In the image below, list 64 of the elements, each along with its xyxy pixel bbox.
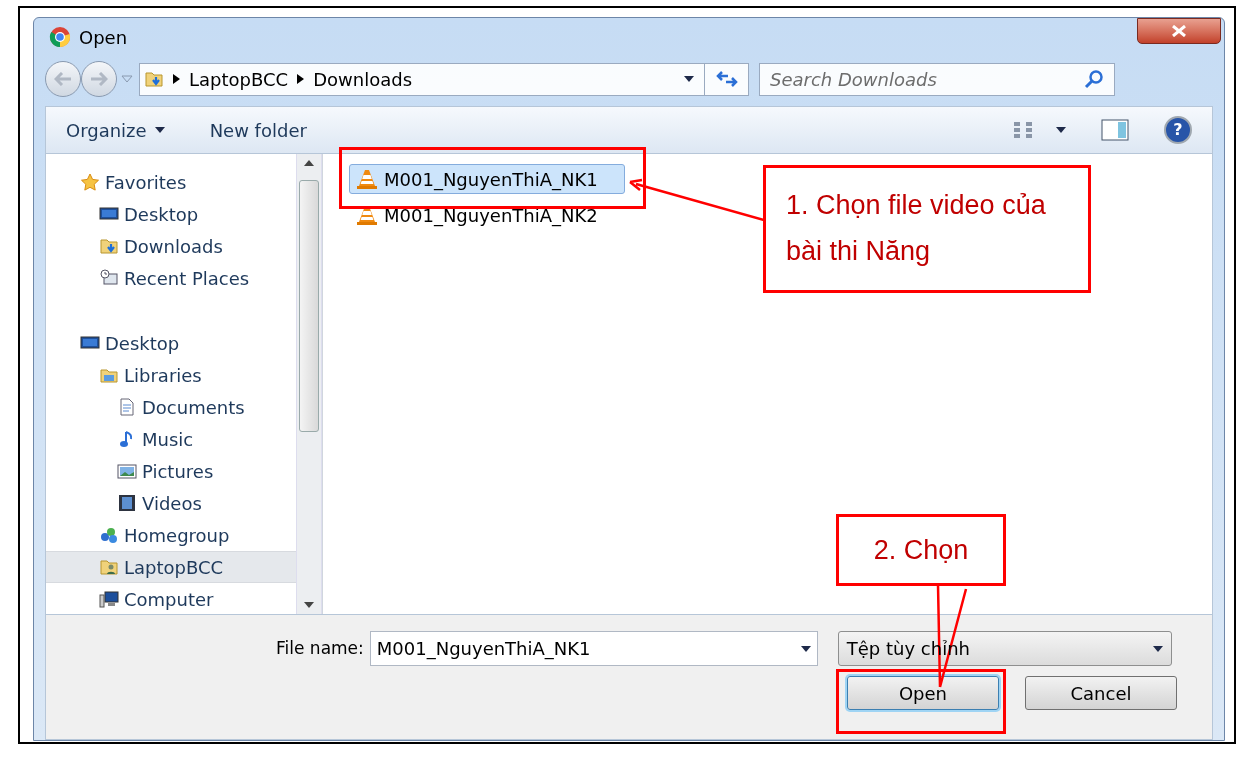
toolbar-button[interactable]: New folder <box>209 116 307 144</box>
nav-item[interactable]: Documents <box>46 391 296 423</box>
scroll-down-arrow-icon[interactable] <box>304 602 314 608</box>
toolbar-button[interactable]: Organize <box>66 116 165 144</box>
nav-item[interactable]: Downloads <box>46 230 296 262</box>
nav-item[interactable]: Pictures <box>46 455 296 487</box>
file-name-label: File name: <box>276 636 364 660</box>
address-bar[interactable]: LaptopBCC Downloads <box>139 62 749 96</box>
nav-item[interactable]: LaptopBCC <box>46 551 296 583</box>
caret-icon <box>1056 127 1066 133</box>
traffic-cone-icon <box>356 168 378 190</box>
search-icon <box>1084 69 1104 89</box>
nav-item[interactable]: Recent Places <box>46 262 296 294</box>
help-button[interactable]: ? <box>1164 116 1192 144</box>
scroll-up-arrow-icon[interactable] <box>304 160 314 166</box>
arrow-right-icon <box>90 72 108 86</box>
monitor-icon <box>80 334 100 352</box>
caret-icon <box>121 75 133 83</box>
nav-item[interactable]: Music <box>46 423 296 455</box>
download-folder-icon <box>144 70 164 88</box>
nav-item[interactable]: Desktop <box>46 198 296 230</box>
arrow-left-icon <box>54 72 72 86</box>
picture-icon <box>117 462 137 480</box>
nav-item[interactable]: Desktop <box>46 327 296 359</box>
file-item[interactable]: M001_NguyenThiA_NK1 <box>349 164 625 194</box>
library-folder-icon <box>99 366 119 384</box>
computer-icon <box>99 590 119 608</box>
view-options-button[interactable] <box>1012 120 1066 140</box>
callout-text: 1. Chọn file video của bài thi Năng <box>786 190 1046 266</box>
breadcrumb-item[interactable]: Downloads <box>313 65 412 93</box>
callout-text: 2. Chọn <box>873 533 969 567</box>
browser-logo-icon <box>49 26 71 48</box>
caret-icon <box>1152 645 1163 652</box>
nav-item[interactable]: Favorites <box>46 166 296 198</box>
nav-item[interactable]: Videos <box>46 487 296 519</box>
network-spheres-icon <box>99 526 119 544</box>
window-title: Open <box>79 25 128 50</box>
caret-icon <box>154 127 165 133</box>
caret-icon <box>684 76 694 82</box>
file-name-field[interactable]: M001_NguyenThiA_NK1 <box>369 631 818 666</box>
dialog-button[interactable]: Open <box>847 676 999 710</box>
user-folder-icon <box>99 558 119 576</box>
document-icon <box>117 398 137 416</box>
nav-item[interactable]: Homegroup <box>46 519 296 551</box>
chevron-right-icon <box>297 74 305 84</box>
dialog-button[interactable]: Cancel <box>1025 676 1177 710</box>
search-field[interactable]: Search Downloads <box>759 62 1115 96</box>
monitor-icon <box>99 205 119 223</box>
chevron-right-icon <box>173 74 180 84</box>
download-folder-icon <box>99 237 119 255</box>
refresh-arrows-icon <box>714 70 739 88</box>
scrollbar[interactable] <box>296 154 322 614</box>
nav-item[interactable]: Computer <box>46 583 296 614</box>
file-item[interactable]: M001_NguyenThiA_NK2 <box>349 200 625 230</box>
close-button[interactable] <box>1137 18 1221 44</box>
pane-icon <box>1101 119 1129 141</box>
caret-icon <box>800 645 811 652</box>
recent-places-icon <box>99 269 119 287</box>
star-icon <box>80 173 100 191</box>
close-icon <box>1171 25 1187 37</box>
film-strip-icon <box>117 494 137 512</box>
nav-item[interactable]: Libraries <box>46 359 296 391</box>
breadcrumb-item[interactable]: LaptopBCC <box>189 65 289 93</box>
preview-pane-button[interactable] <box>1101 119 1129 141</box>
